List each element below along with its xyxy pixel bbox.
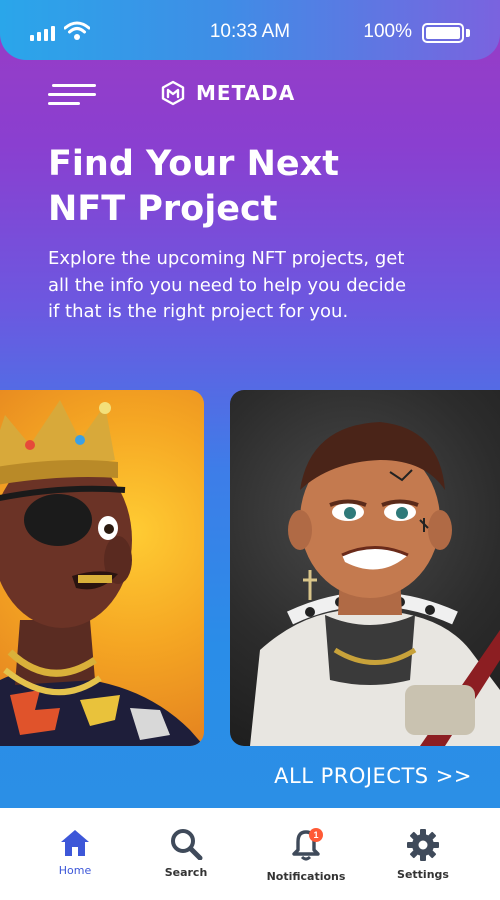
tab-settings-label: Settings	[397, 868, 449, 881]
hero-description: Explore the upcoming NFT projects, get a…	[48, 248, 407, 322]
tab-search[interactable]: Search	[131, 828, 241, 879]
tab-settings[interactable]: Settings	[368, 828, 478, 881]
metada-logo-icon	[161, 80, 185, 106]
brand-name: METADA	[196, 81, 296, 105]
status-bar: 10:33 AM 100%	[0, 0, 500, 60]
page-title-line-2: NFT Project	[48, 189, 278, 229]
battery-tip	[466, 29, 470, 37]
tab-notifications-label: Notifications	[266, 870, 346, 883]
brand-logo[interactable]: METADA	[160, 80, 295, 106]
bell-icon-wrapper: 1	[289, 828, 323, 864]
tab-notifications[interactable]: 1 Notifications	[251, 828, 361, 883]
bottom-tab-bar: Home Search 1 Notifications Settings	[0, 808, 500, 900]
battery-icon	[422, 23, 464, 43]
app-screen: 10:33 AM 100% METADA Find Your Next NFT …	[0, 0, 500, 900]
search-icon	[171, 829, 203, 860]
hamburger-menu-icon[interactable]	[48, 84, 96, 106]
gear-icon	[407, 829, 439, 861]
all-projects-link[interactable]: ALL PROJECTS >>	[274, 764, 472, 788]
tab-home-label: Home	[58, 864, 92, 877]
page-title: Find Your Next NFT Project	[48, 142, 468, 232]
nft-crowned-avatar-image	[0, 400, 204, 746]
tab-home[interactable]: Home	[20, 828, 130, 877]
tab-search-label: Search	[164, 866, 208, 879]
nft-project-card[interactable]	[230, 390, 500, 746]
home-icon	[61, 830, 89, 856]
nft-project-card[interactable]	[0, 390, 204, 746]
notification-badge: 1	[309, 828, 323, 842]
battery-fill	[426, 27, 460, 39]
nft-tattooed-avatar-image	[250, 422, 500, 746]
page-title-line-1: Find Your Next	[48, 144, 339, 184]
battery-percent: 100%	[363, 21, 412, 42]
